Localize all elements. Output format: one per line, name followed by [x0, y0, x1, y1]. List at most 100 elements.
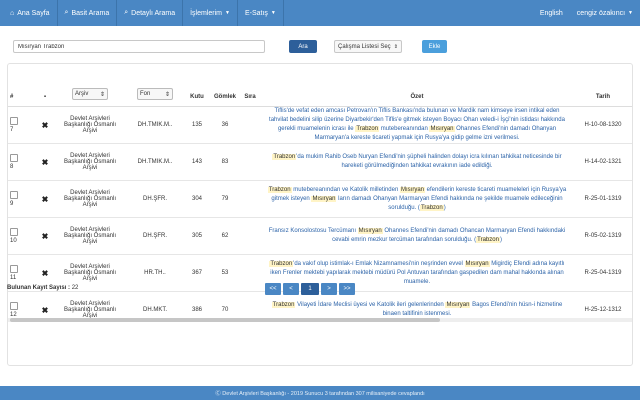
delete-icon[interactable]: ✖: [42, 121, 49, 130]
row-checkbox[interactable]: [10, 117, 18, 125]
pager-current[interactable]: 1: [301, 283, 319, 295]
row-tarih: R-05-02-1319: [574, 217, 632, 255]
col-tarih-header[interactable]: Tarih: [574, 64, 632, 107]
select-arrows-icon: ⇕: [99, 91, 105, 98]
row-gomlek: 53: [210, 254, 240, 292]
row-summary[interactable]: Trabzon Vilayeti İdare Meclisi üyesi ve …: [260, 291, 574, 318]
results-table: # ▪ Arşiv ⇕ Fon ⇕ Kutu Gömlek Sıra Özet Ta…: [8, 64, 632, 318]
row-kutu: 305: [184, 217, 210, 255]
row-checkbox[interactable]: [10, 302, 18, 310]
fon-filter-select[interactable]: Fon ⇕: [137, 88, 173, 100]
search-highlight: Trabzon: [419, 204, 444, 211]
col-sira-header[interactable]: Sıra: [240, 64, 260, 107]
row-delete-cell: ✖: [36, 291, 54, 318]
nav-operations[interactable]: İşlemlerim ▼: [183, 0, 238, 26]
nav-home[interactable]: ⌂ Ana Sayfa: [0, 0, 58, 26]
summary-text: mutebereanından ve Katolik milletinden: [291, 186, 400, 193]
row-summary[interactable]: Fransız Konsolostosu Tercümanı Mısıryan …: [260, 217, 574, 255]
summary-text: 'da mukim Rahib Oseb Nuryan Efendi'nin ş…: [296, 154, 562, 169]
row-kutu: 304: [184, 180, 210, 218]
caret-down-icon: ▼: [225, 10, 230, 16]
add-button[interactable]: Ekle: [422, 40, 447, 53]
top-navbar: ⌂ Ana Sayfa ⌕ Basit Arama ⌕ Detaylı Arama İ…: [0, 0, 640, 26]
search-button[interactable]: Ara: [289, 40, 317, 53]
result-count: Bulunan Kayıt Sayısı : 22: [7, 285, 79, 291]
row-fon: DH.TMIK.M..: [126, 106, 184, 144]
row-tarih: H-25-12-1312: [574, 291, 632, 318]
nav-right: English cengiz özakıncı ▼: [533, 0, 640, 26]
delete-icon[interactable]: ✖: [42, 158, 49, 167]
row-fon: DH.ŞFR.: [126, 180, 184, 218]
row-number: 8: [10, 164, 14, 170]
row-checkbox[interactable]: [10, 265, 18, 273]
col-kutu-header[interactable]: Kutu: [184, 64, 210, 107]
caret-down-icon: ▼: [628, 10, 633, 16]
search-icon: ⌕: [64, 9, 69, 16]
scrollbar-thumb[interactable]: [10, 318, 440, 322]
pager-next[interactable]: >: [321, 283, 337, 295]
row-sira: [240, 106, 260, 144]
summary-text: Fransız Konsolostosu Tercümanı: [268, 228, 358, 234]
search-highlight: Trabzon: [355, 126, 380, 132]
table-row[interactable]: 9 ✖ Devlet Arşivleri Başkanlığı Osmanlı Ar…: [8, 180, 632, 218]
nav-detailed-search[interactable]: ⌕ Detaylı Arama: [117, 0, 184, 26]
nav-user[interactable]: cengiz özakıncı ▼: [570, 0, 640, 26]
search-highlight: Mısıryan: [464, 260, 490, 267]
nav-esatis[interactable]: E-Satış ▼: [238, 0, 284, 26]
table-row[interactable]: 10 ✖ Devlet Arşivleri Başkanlığı Osmanlı A…: [8, 217, 632, 255]
col-fon-header: Fon ⇕: [126, 64, 184, 107]
row-sira: [240, 291, 260, 318]
row-gomlek: 62: [210, 217, 240, 255]
delete-icon[interactable]: ✖: [42, 269, 49, 278]
select-arrows-icon: ⇕: [164, 91, 170, 98]
pager-last[interactable]: >>: [339, 283, 355, 295]
search-highlight: Mısıryan: [357, 228, 383, 234]
row-kutu: 386: [184, 291, 210, 318]
work-list-select[interactable]: Çalışma Listesi Seç ⇕: [334, 40, 402, 53]
row-gomlek: 36: [210, 106, 240, 144]
col-gomlek-header[interactable]: Gömlek: [210, 64, 240, 107]
search-highlight: Trabzon: [271, 302, 296, 308]
pager-prev[interactable]: <: [283, 283, 299, 295]
delete-icon[interactable]: ✖: [42, 195, 49, 204]
row-select-cell: 9: [8, 180, 36, 218]
col-ozet-header[interactable]: Özet: [260, 64, 574, 107]
row-gomlek: 83: [210, 143, 240, 181]
row-arsiv: Devlet Arşivleri Başkanlığı Osmanlı Arşi…: [54, 143, 126, 181]
search-icon: ⌕: [124, 9, 129, 16]
pager-first[interactable]: <<: [265, 283, 281, 295]
row-tarih: R-25-04-1319: [574, 254, 632, 292]
row-tarih: H-10-08-1320: [574, 106, 632, 144]
search-highlight: Mısıryan: [429, 126, 455, 132]
search-input[interactable]: [13, 40, 265, 53]
row-summary[interactable]: Trabzon mutebereanından ve Katolik mille…: [260, 180, 574, 218]
delete-icon[interactable]: ✖: [42, 306, 49, 315]
col-arsiv-header: Arşiv ⇕: [54, 64, 126, 107]
nav-language[interactable]: English: [533, 0, 570, 26]
row-checkbox[interactable]: [10, 228, 18, 236]
row-select-cell: 7: [8, 106, 36, 144]
arsiv-filter-select[interactable]: Arşiv ⇕: [72, 88, 108, 100]
row-summary[interactable]: Trabzon'da mukim Rahib Oseb Nuryan Efend…: [260, 143, 574, 181]
results-table-wrap: # ▪ Arşiv ⇕ Fon ⇕ Kutu Gömlek Sıra Özet Ta…: [8, 64, 632, 318]
search-highlight: Trabzon: [476, 237, 500, 243]
footer: Ⓒ Devlet Arşivleri Başkanlığı - 2019 Sun…: [0, 386, 640, 400]
delete-icon[interactable]: ✖: [42, 232, 49, 241]
search-highlight: Trabzon: [272, 154, 297, 160]
row-summary[interactable]: Tiflis'de vefat eden amcası Petrovan'ın …: [260, 106, 574, 144]
summary-text: ): [443, 204, 446, 211]
summary-text: ların damadı Ohanyan Marmaryan Efendi ha…: [336, 195, 563, 211]
row-sira: [240, 180, 260, 218]
nav-basic-search[interactable]: ⌕ Basit Arama: [58, 0, 118, 26]
row-checkbox[interactable]: [10, 154, 18, 162]
table-row[interactable]: 12 ✖ Devlet Arşivleri Başkanlığı Osmanlı A…: [8, 291, 632, 318]
select-arrows-icon: ⇕: [393, 43, 398, 50]
table-row[interactable]: 7 ✖ Devlet Arşivleri Başkanlığı Osmanlı Ar…: [8, 106, 632, 144]
horizontal-scrollbar[interactable]: [8, 318, 632, 322]
row-gomlek: 70: [210, 291, 240, 318]
row-select-cell: 8: [8, 143, 36, 181]
row-fon: DH.MKT.: [126, 291, 184, 318]
table-row[interactable]: 8 ✖ Devlet Arşivleri Başkanlığı Osmanlı Ar…: [8, 143, 632, 181]
row-delete-cell: ✖: [36, 180, 54, 218]
row-checkbox[interactable]: [10, 191, 18, 199]
